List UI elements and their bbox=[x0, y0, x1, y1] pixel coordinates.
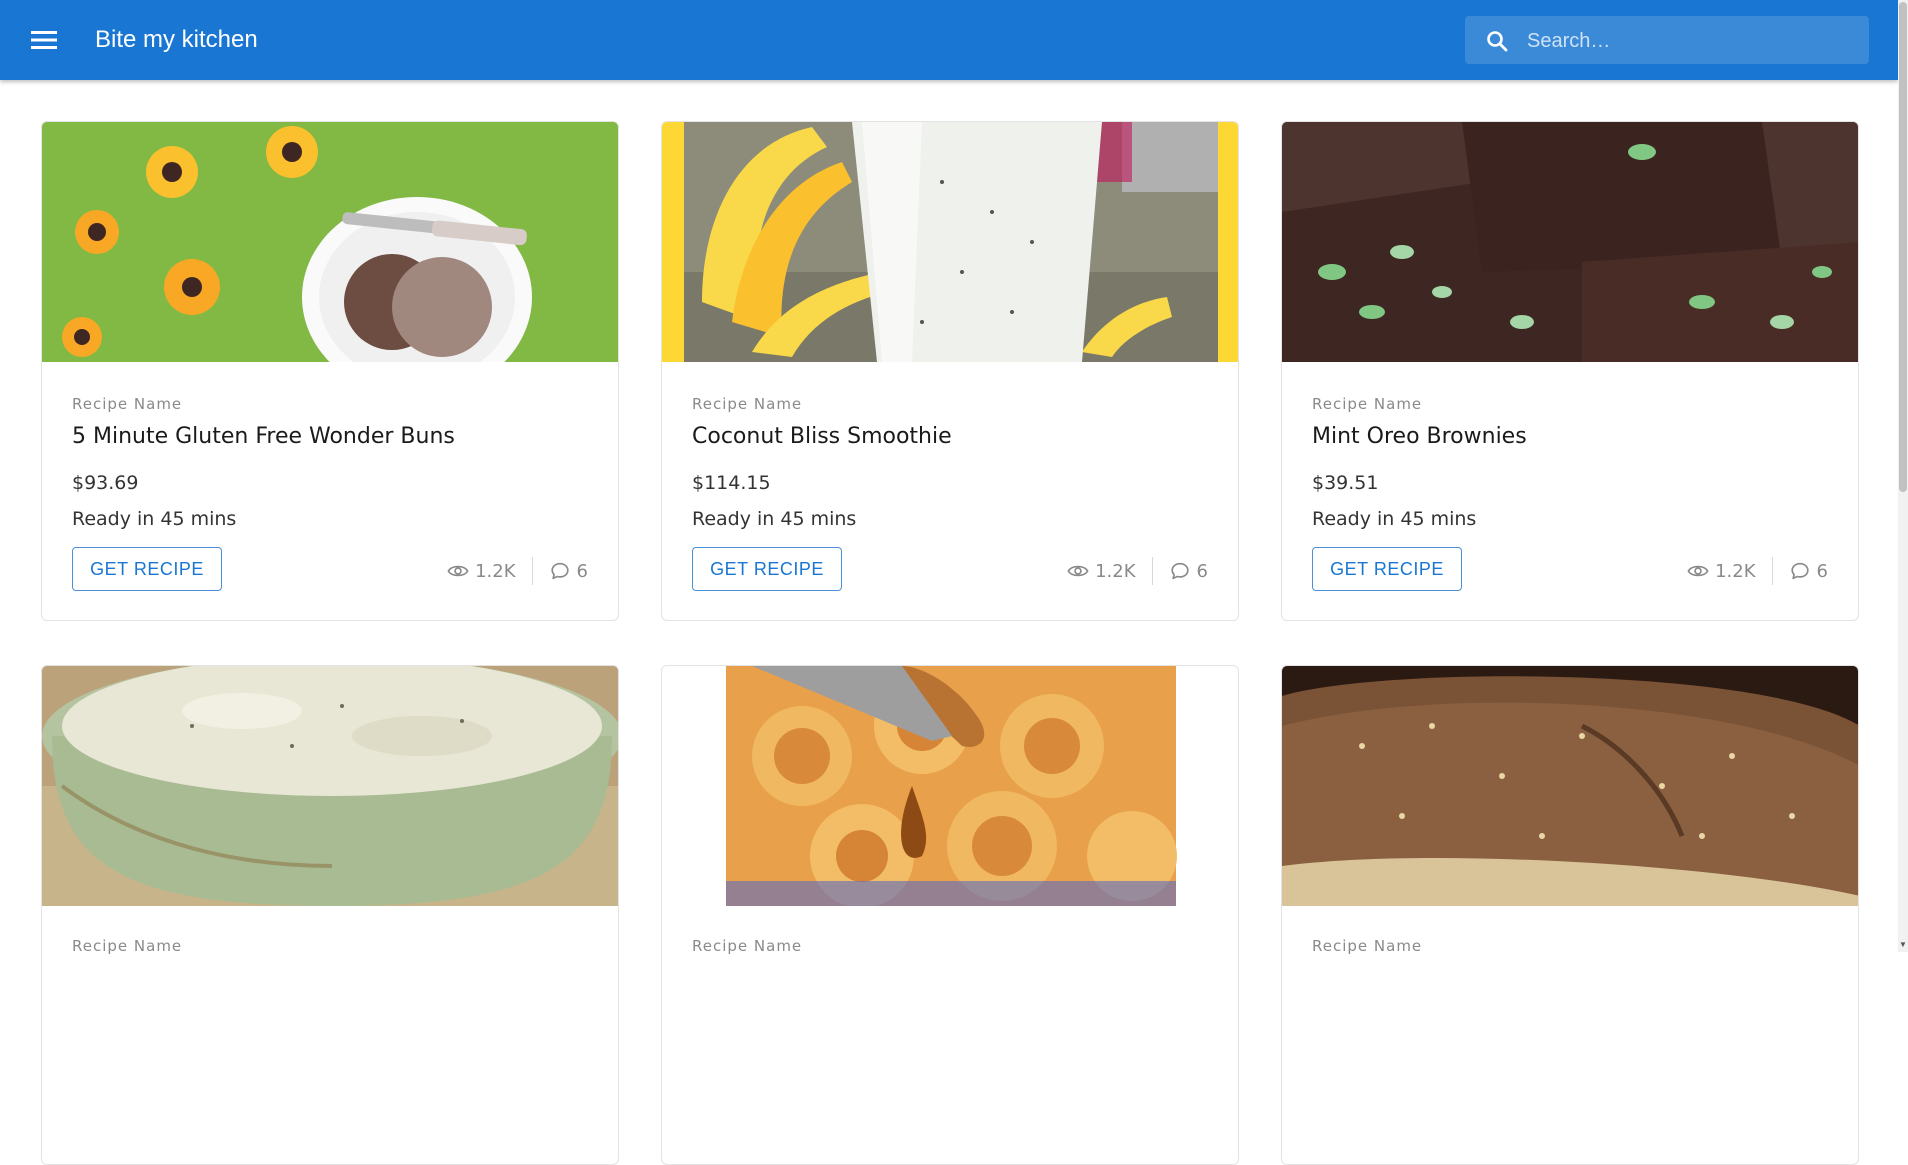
recipe-stats: 1.2K 6 bbox=[447, 557, 588, 585]
stats-divider bbox=[1771, 557, 1773, 585]
views-count: 1.2K bbox=[475, 560, 516, 582]
recipe-stats: 1.2K 6 bbox=[1687, 557, 1828, 585]
recipe-image-wonder-buns bbox=[42, 122, 618, 362]
recipe-ready-time: Ready in 45 mins bbox=[1312, 508, 1477, 530]
recipe-overline: Recipe Name bbox=[1312, 937, 1423, 955]
views-stat: 1.2K bbox=[1067, 560, 1136, 582]
recipe-ready-time: Ready in 45 mins bbox=[692, 508, 857, 530]
recipe-overline: Recipe Name bbox=[692, 395, 803, 413]
app-bar: Bite my kitchen bbox=[0, 0, 1898, 80]
comments-count: 6 bbox=[1816, 560, 1828, 582]
recipe-overline: Recipe Name bbox=[692, 937, 803, 955]
recipe-image-cinnamon-rolls bbox=[662, 666, 1238, 906]
menu-button[interactable] bbox=[28, 26, 60, 54]
comments-stat: 6 bbox=[549, 560, 588, 582]
recipe-image-mashed-potatoes bbox=[42, 666, 618, 906]
comments-stat: 6 bbox=[1169, 560, 1208, 582]
get-recipe-button[interactable]: GET RECIPE bbox=[72, 547, 222, 591]
comments-count: 6 bbox=[1196, 560, 1208, 582]
comments-stat: 6 bbox=[1789, 560, 1828, 582]
recipe-image-mint-oreo-brownies bbox=[1282, 122, 1858, 362]
recipe-card: Recipe Name Coconut Bliss Smoothie $114.… bbox=[661, 121, 1239, 621]
recipe-price: $114.15 bbox=[692, 472, 771, 494]
views-count: 1.2K bbox=[1715, 560, 1756, 582]
recipe-card: Recipe Name bbox=[661, 665, 1239, 1165]
recipe-card: Recipe Name bbox=[41, 665, 619, 1165]
recipe-ready-time: Ready in 45 mins bbox=[72, 508, 237, 530]
recipe-name: Mint Oreo Brownies bbox=[1312, 424, 1527, 449]
recipe-overline: Recipe Name bbox=[1312, 395, 1423, 413]
stats-divider bbox=[1151, 557, 1153, 585]
eye-icon bbox=[1687, 565, 1709, 577]
recipe-image-multigrain-bread bbox=[1282, 666, 1858, 906]
eye-icon bbox=[447, 565, 469, 577]
search-icon bbox=[1487, 31, 1508, 52]
recipe-overline: Recipe Name bbox=[72, 937, 183, 955]
recipe-stats: 1.2K 6 bbox=[1067, 557, 1208, 585]
views-stat: 1.2K bbox=[1687, 560, 1756, 582]
scroll-down-arrow-icon[interactable]: ▼ bbox=[1898, 940, 1908, 950]
eye-icon bbox=[1067, 565, 1089, 577]
comment-icon bbox=[550, 562, 569, 580]
search-box[interactable] bbox=[1465, 16, 1869, 64]
get-recipe-button[interactable]: GET RECIPE bbox=[1312, 547, 1462, 591]
comment-icon bbox=[1170, 562, 1189, 580]
recipe-overline: Recipe Name bbox=[72, 395, 183, 413]
views-stat: 1.2K bbox=[447, 560, 516, 582]
comments-count: 6 bbox=[576, 560, 588, 582]
recipe-card: Recipe Name 5 Minute Gluten Free Wonder … bbox=[41, 121, 619, 621]
views-count: 1.2K bbox=[1095, 560, 1136, 582]
scrollbar-thumb[interactable] bbox=[1899, 2, 1907, 492]
comment-icon bbox=[1790, 562, 1809, 580]
app-title: Bite my kitchen bbox=[95, 26, 258, 53]
scrollbar[interactable]: ▼ bbox=[1898, 0, 1908, 952]
stats-divider bbox=[531, 557, 533, 585]
recipe-image-coconut-smoothie bbox=[662, 122, 1238, 362]
recipe-price: $93.69 bbox=[72, 472, 139, 494]
recipe-card: Recipe Name Mint Oreo Brownies $39.51 Re… bbox=[1281, 121, 1859, 621]
recipe-name: Coconut Bliss Smoothie bbox=[692, 424, 952, 449]
recipe-card: Recipe Name bbox=[1281, 665, 1859, 1165]
recipe-price: $39.51 bbox=[1312, 472, 1379, 494]
hamburger-menu-icon bbox=[31, 31, 57, 49]
get-recipe-button[interactable]: GET RECIPE bbox=[692, 547, 842, 591]
search-input[interactable] bbox=[1525, 24, 1859, 58]
recipe-name: 5 Minute Gluten Free Wonder Buns bbox=[72, 424, 455, 449]
